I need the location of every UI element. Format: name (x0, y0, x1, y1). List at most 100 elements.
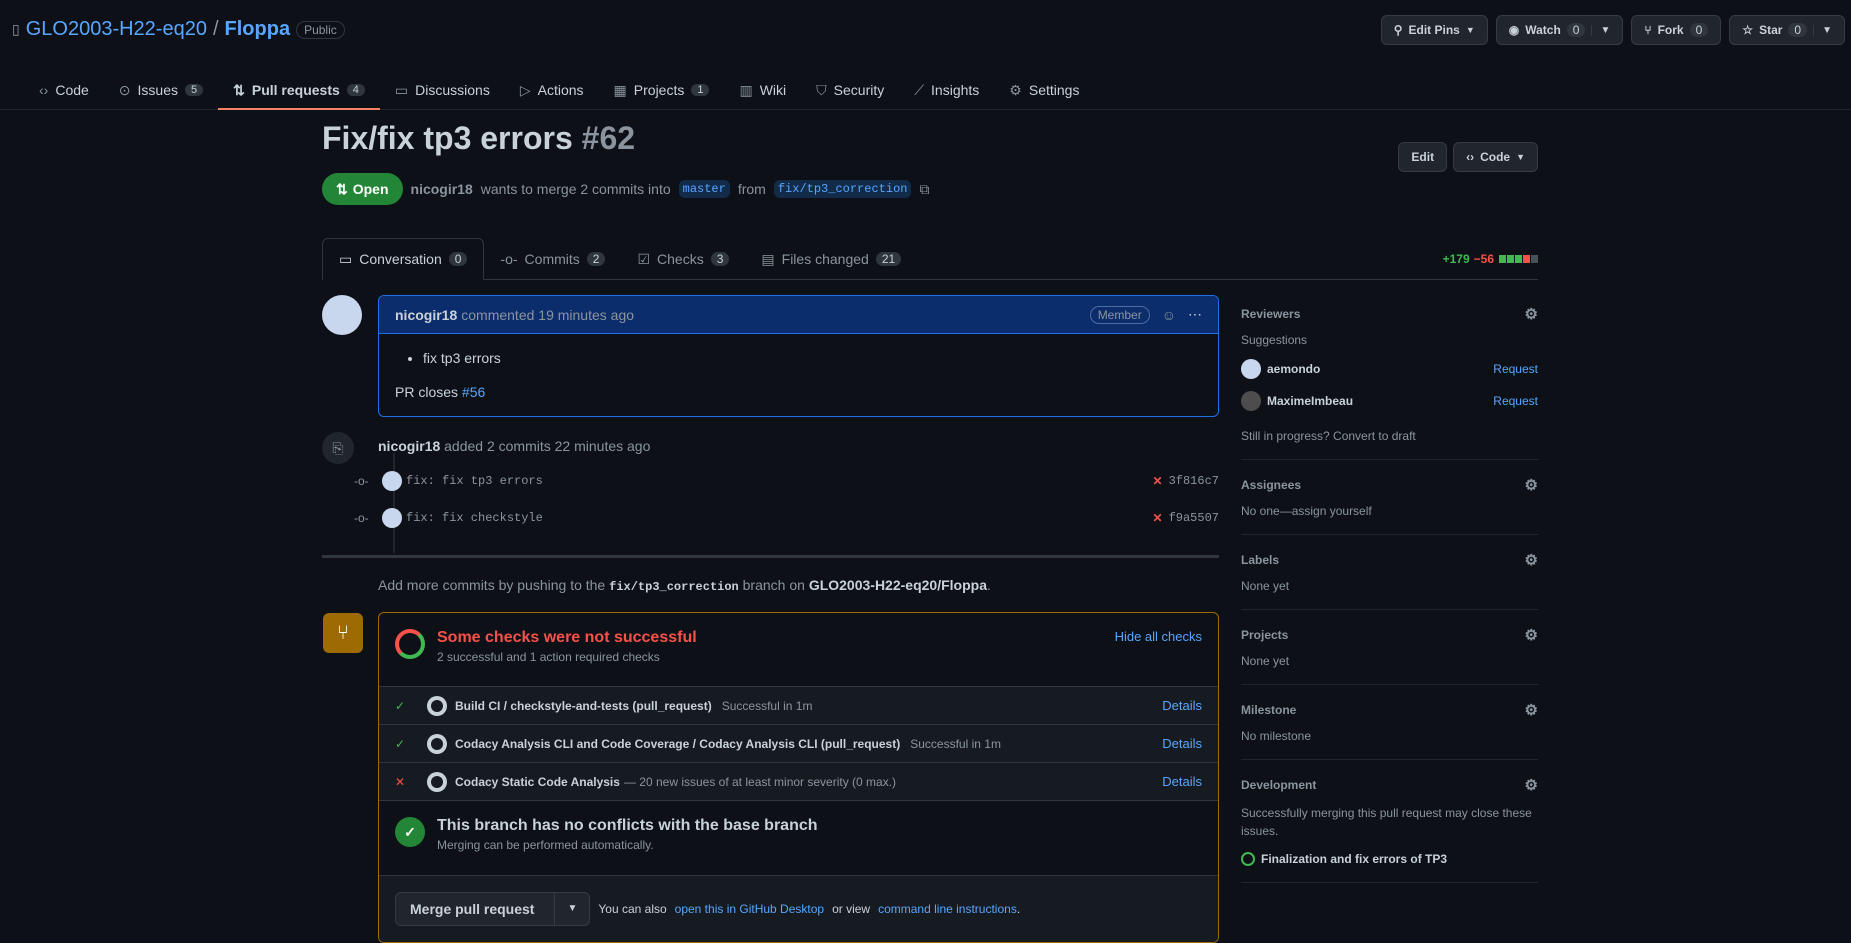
request-review-button[interactable]: Request (1493, 394, 1538, 408)
page-title: Fix/fix tp3 errors #62 (322, 120, 1538, 157)
sidebar-reviewers: Reviewers ⚙ Suggestions aemondo Request M… (1241, 305, 1538, 460)
check-row: ✓ Build CI / checkstyle-and-tests (pull_… (379, 687, 1218, 725)
star-dropdown-icon[interactable]: ▼ (1813, 24, 1832, 36)
commit-message-link[interactable]: fix: fix tp3 errors (406, 474, 543, 488)
copy-icon[interactable]: ⧉ (919, 181, 929, 198)
code-icon: ‹› (1466, 150, 1475, 164)
code-dropdown-button[interactable]: ‹› Code ▼ (1453, 142, 1538, 172)
comment-body: fix tp3 errors PR closes #56 (379, 334, 1218, 416)
check-details-link[interactable]: Details (1162, 698, 1202, 713)
check-name: Codacy Static Code Analysis (455, 774, 620, 789)
failed-check-icon[interactable]: ✕ (1153, 511, 1163, 525)
tab-discussions[interactable]: ▭ Discussions (380, 70, 505, 110)
tab-checks[interactable]: ☑ Checks 3 (621, 238, 745, 280)
convert-to-draft-link[interactable]: Still in progress? Convert to draft (1241, 429, 1538, 443)
reviewer-suggestion: aemondo Request (1241, 359, 1538, 379)
table-icon: ▦ (613, 81, 627, 98)
push-note-mid: branch on (742, 577, 805, 593)
closes-text: PR closes (395, 384, 459, 400)
pr-state-badge: ⇅ Open (322, 173, 403, 205)
merge-pull-request-button[interactable]: Merge pull request ▼ (395, 892, 591, 926)
star-count: 0 (1788, 23, 1808, 37)
tab-pull-requests[interactable]: ⇅ Pull requests 4 (218, 70, 380, 110)
linked-issue-title: Finalization and fix errors of TP3 (1261, 852, 1448, 866)
fork-button[interactable]: ⑂ Fork 0 (1631, 15, 1722, 45)
tab-security-label: Security (833, 82, 885, 98)
commit-sha-link[interactable]: f9a5507 (1169, 511, 1219, 525)
edit-title-button[interactable]: Edit (1398, 142, 1448, 172)
commit-author-link[interactable]: nicogir18 (378, 438, 440, 454)
avatar[interactable] (1241, 359, 1261, 379)
tab-wiki[interactable]: ▥ Wiki (724, 70, 801, 110)
labels-heading: Labels (1241, 553, 1280, 567)
avatar[interactable] (322, 295, 362, 335)
tab-files-changed[interactable]: ▤ Files changed 21 (745, 238, 917, 280)
diff-additions: +179 (1442, 252, 1470, 266)
gear-icon[interactable]: ⚙ (1525, 476, 1538, 494)
tab-code[interactable]: ‹› Code (24, 70, 104, 110)
tab-settings-label: Settings (1028, 82, 1080, 98)
check-details-link[interactable]: Details (1162, 774, 1202, 789)
merge-options-dropdown-icon[interactable]: ▼ (554, 892, 589, 926)
commit-row: -o- fix: fix tp3 errors ✕ 3f816c7 (354, 462, 1219, 499)
linked-issue[interactable]: Finalization and fix errors of TP3 (1241, 852, 1538, 866)
issues-count: 5 (185, 84, 204, 96)
member-badge: Member (1089, 305, 1150, 324)
failed-check-icon[interactable]: ✕ (1153, 474, 1163, 488)
pr-author-link[interactable]: nicogir18 (411, 181, 473, 197)
tab-insights[interactable]: ⟋ Insights (899, 70, 994, 110)
tab-security[interactable]: ⛉ Security (801, 70, 899, 110)
assignees-value[interactable]: No one—assign yourself (1241, 504, 1538, 518)
avatar[interactable] (382, 470, 402, 491)
repo-owner-link[interactable]: GLO2003-H22-eq20 (26, 18, 207, 41)
commit-dot-icon: -o- (354, 473, 369, 488)
pr-from-text: from (737, 181, 766, 197)
tab-commits[interactable]: -o- Commits 2 (484, 238, 621, 280)
watch-dropdown-icon[interactable]: ▼ (1591, 24, 1610, 36)
gear-icon[interactable]: ⚙ (1525, 701, 1538, 719)
tab-actions-label: Actions (537, 82, 584, 98)
request-review-button[interactable]: Request (1493, 362, 1538, 376)
reviewer-name[interactable]: MaximeImbeau (1267, 394, 1353, 408)
assignees-heading: Assignees (1241, 478, 1302, 492)
star-icon: ☆ (1742, 23, 1754, 37)
kebab-menu-icon[interactable]: ⋯ (1188, 306, 1202, 323)
commits-count: 2 (586, 252, 606, 266)
sidebar: Reviewers ⚙ Suggestions aemondo Request M… (1241, 305, 1538, 883)
check-desc: — 20 new issues of at least minor severi… (623, 774, 897, 789)
check-name: Codacy Analysis CLI and Code Coverage / … (455, 736, 901, 751)
base-branch[interactable]: master (678, 180, 730, 198)
avatar[interactable] (1241, 391, 1261, 411)
gear-icon[interactable]: ⚙ (1525, 776, 1538, 794)
sidebar-projects: Projects ⚙ None yet (1241, 610, 1538, 685)
hide-all-checks-link[interactable]: Hide all checks (1115, 629, 1202, 644)
tab-actions[interactable]: ▷ Actions (505, 70, 599, 110)
open-desktop-link[interactable]: open this in GitHub Desktop (675, 902, 824, 916)
comment-author-link[interactable]: nicogir18 (395, 307, 457, 323)
gear-icon[interactable]: ⚙ (1525, 305, 1538, 323)
tab-issues[interactable]: ⊙ Issues 5 (104, 70, 218, 110)
cli-instructions-link[interactable]: command line instructions (878, 902, 1017, 916)
gear-icon[interactable]: ⚙ (1525, 551, 1538, 569)
pr-description-comment: nicogir18 commented 19 minutes ago Membe… (378, 295, 1219, 417)
commit-sha-link[interactable]: 3f816c7 (1169, 474, 1219, 488)
merge-footer-end: . (1016, 902, 1021, 916)
repo-name-link[interactable]: Floppa (225, 18, 291, 41)
head-branch[interactable]: fix/tp3_correction (773, 180, 912, 198)
tab-settings[interactable]: ⚙ Settings (994, 70, 1094, 110)
projects-value: None yet (1241, 654, 1290, 668)
watch-button[interactable]: ◉ Watch 0 ▼ (1495, 15, 1624, 45)
check-desc: Successful in 1m (910, 736, 1001, 751)
edit-pins-button[interactable]: ⚲ Edit Pins ▼ (1380, 15, 1488, 45)
issue-link[interactable]: #56 (462, 384, 485, 400)
smiley-icon[interactable]: ☺ (1162, 307, 1176, 323)
commit-message-link[interactable]: fix: fix checkstyle (406, 511, 543, 525)
avatar[interactable] (382, 507, 402, 528)
tab-projects[interactable]: ▦ Projects 1 (599, 70, 725, 110)
gear-icon[interactable]: ⚙ (1525, 626, 1538, 644)
check-success-icon: ✓ (395, 698, 406, 713)
reviewer-name[interactable]: aemondo (1267, 362, 1320, 376)
tab-conversation[interactable]: ▭ Conversation 0 (322, 238, 485, 280)
star-button[interactable]: ☆ Star 0 ▼ (1729, 15, 1845, 45)
check-details-link[interactable]: Details (1162, 736, 1202, 751)
